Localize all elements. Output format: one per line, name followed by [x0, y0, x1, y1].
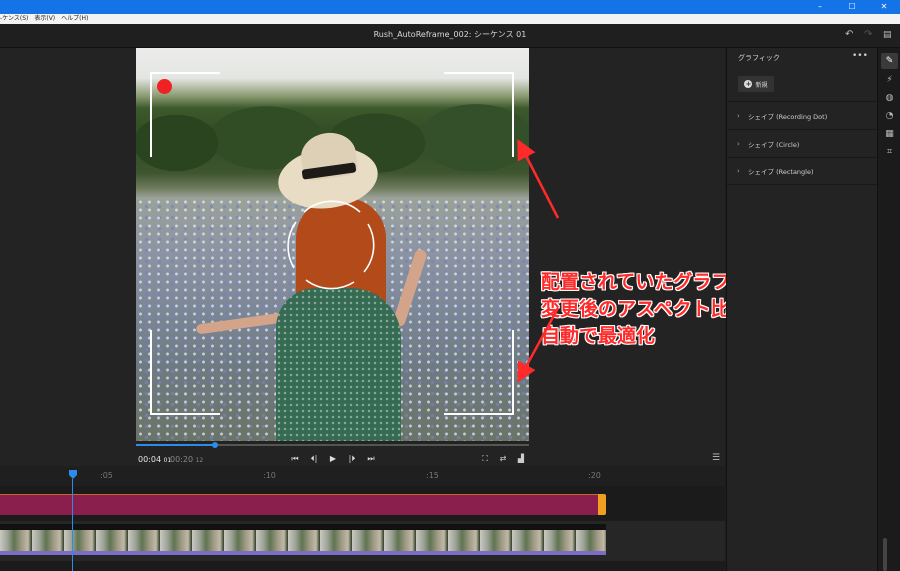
video-clip-header — [0, 524, 606, 530]
current-timecode: 00:04 01 — [138, 455, 172, 464]
playhead-line — [72, 479, 73, 571]
loop-icon[interactable]: ⇄ — [498, 453, 508, 465]
more-options-icon[interactable]: ••• — [852, 51, 868, 61]
annotation-arrows — [517, 139, 560, 383]
time-ruler[interactable]: :05 :10 :15 :20 — [0, 466, 725, 486]
menu-view[interactable]: 表示(V) — [34, 14, 55, 24]
project-title: Rush_AutoReframe_002: シーケンス 01 — [373, 30, 527, 39]
graphics-icon[interactable]: ✎ — [881, 53, 898, 69]
timeline: :05 :10 :15 :20 — [0, 466, 725, 571]
comment-icon[interactable]: ▤ — [883, 24, 892, 46]
minimize-button[interactable]: – — [804, 0, 836, 14]
shape-item-rectangle[interactable]: › シェイプ (Rectangle) — [727, 157, 878, 185]
new-graphic-button[interactable]: + 新規 — [738, 76, 774, 92]
shape-item-circle[interactable]: › シェイプ (Circle) — [727, 129, 878, 157]
duration-timecode: 00:20 12 — [170, 455, 204, 464]
ruler-label: :05 — [100, 471, 113, 480]
menu-bar: -ケンス(S) 表示(V) ヘルプ(H) — [0, 14, 900, 24]
playback-scrubber[interactable] — [136, 442, 529, 448]
graphics-clip[interactable] — [0, 494, 600, 515]
frame-corner-bottom-left[interactable] — [150, 330, 220, 415]
monitor-menu-icon[interactable]: ☰ — [712, 453, 720, 463]
ruler-label: :15 — [426, 471, 439, 480]
redo-icon[interactable]: ↷ — [864, 24, 872, 46]
graphics-clip-handle[interactable] — [598, 494, 606, 515]
chevron-right-icon: › — [737, 111, 740, 120]
color-icon[interactable]: ◍ — [881, 90, 898, 106]
menu-help[interactable]: ヘルプ(H) — [61, 14, 88, 24]
close-button[interactable]: ✕ — [868, 0, 900, 14]
ruler-label: :10 — [263, 471, 276, 480]
go-to-start-icon[interactable]: ⏮ — [290, 453, 300, 465]
new-label: 新規 — [755, 81, 768, 89]
monitor-right-controls: ⛶ ⇄ ▟ — [480, 453, 526, 465]
window-controls: – ☐ ✕ — [804, 0, 900, 14]
maximize-button[interactable]: ☐ — [836, 0, 868, 14]
panel-title: グラフィック — [738, 54, 780, 62]
go-to-end-icon[interactable]: ⏭ — [366, 453, 376, 465]
shape-label: シェイプ (Recording Dot) — [748, 112, 828, 121]
graphics-panel: グラフィック ••• + 新規 › シェイプ (Recording Dot) ›… — [726, 48, 878, 571]
plus-icon: + — [744, 80, 753, 88]
video-preview[interactable] — [136, 48, 529, 441]
crop-icon[interactable]: ⌗ — [881, 144, 898, 160]
arrow-down — [517, 307, 560, 383]
step-forward-icon[interactable]: |⏵ — [347, 453, 357, 465]
fit-icon[interactable]: ⛶ — [480, 453, 490, 465]
woman-dress — [276, 288, 401, 441]
focus-circle-graphic[interactable] — [284, 196, 380, 292]
menu-sequence[interactable]: -ケンス(S) — [0, 14, 28, 24]
app-title-bar: Rush_AutoReframe_002: シーケンス 01 ↶ ↷ ▤ — [0, 24, 900, 48]
panel-scrollbar[interactable] — [883, 538, 887, 571]
shape-label: シェイプ (Rectangle) — [748, 168, 814, 176]
audio-icon[interactable]: ▦ — [881, 126, 898, 142]
step-back-icon[interactable]: ⏴| — [309, 453, 319, 465]
program-monitor: 00:04 01 00:20 12 ⏮ ⏴| ▶ |⏵ ⏭ ⛶ ⇄ ▟ ☰ 配置… — [0, 48, 825, 466]
effects-icon[interactable]: ⚡ — [881, 72, 898, 88]
chevron-right-icon: › — [737, 167, 740, 175]
window-top-bar: – ☐ ✕ — [0, 0, 900, 14]
arrow-up — [517, 139, 560, 219]
scrubber-progress — [136, 444, 215, 446]
audio-waveform-strip — [0, 551, 606, 555]
play-icon[interactable]: ▶ — [328, 453, 338, 465]
undo-icon[interactable]: ↶ — [845, 24, 853, 46]
shape-label: シェイプ (Circle) — [748, 140, 800, 149]
quality-icon[interactable]: ▟ — [516, 453, 526, 465]
shape-item-recording-dot[interactable]: › シェイプ (Recording Dot) — [727, 101, 878, 129]
recording-dot-graphic[interactable] — [157, 79, 172, 94]
speed-icon[interactable]: ◔ — [881, 108, 898, 124]
transport-controls: ⏮ ⏴| ▶ |⏵ ⏭ — [290, 453, 376, 465]
chevron-right-icon: › — [737, 139, 740, 148]
scrubber-handle[interactable] — [211, 442, 218, 448]
tool-icon-rail: ✎ ⚡ ◍ ◔ ▦ ⌗ — [877, 48, 900, 571]
ruler-label: :20 — [588, 471, 601, 480]
